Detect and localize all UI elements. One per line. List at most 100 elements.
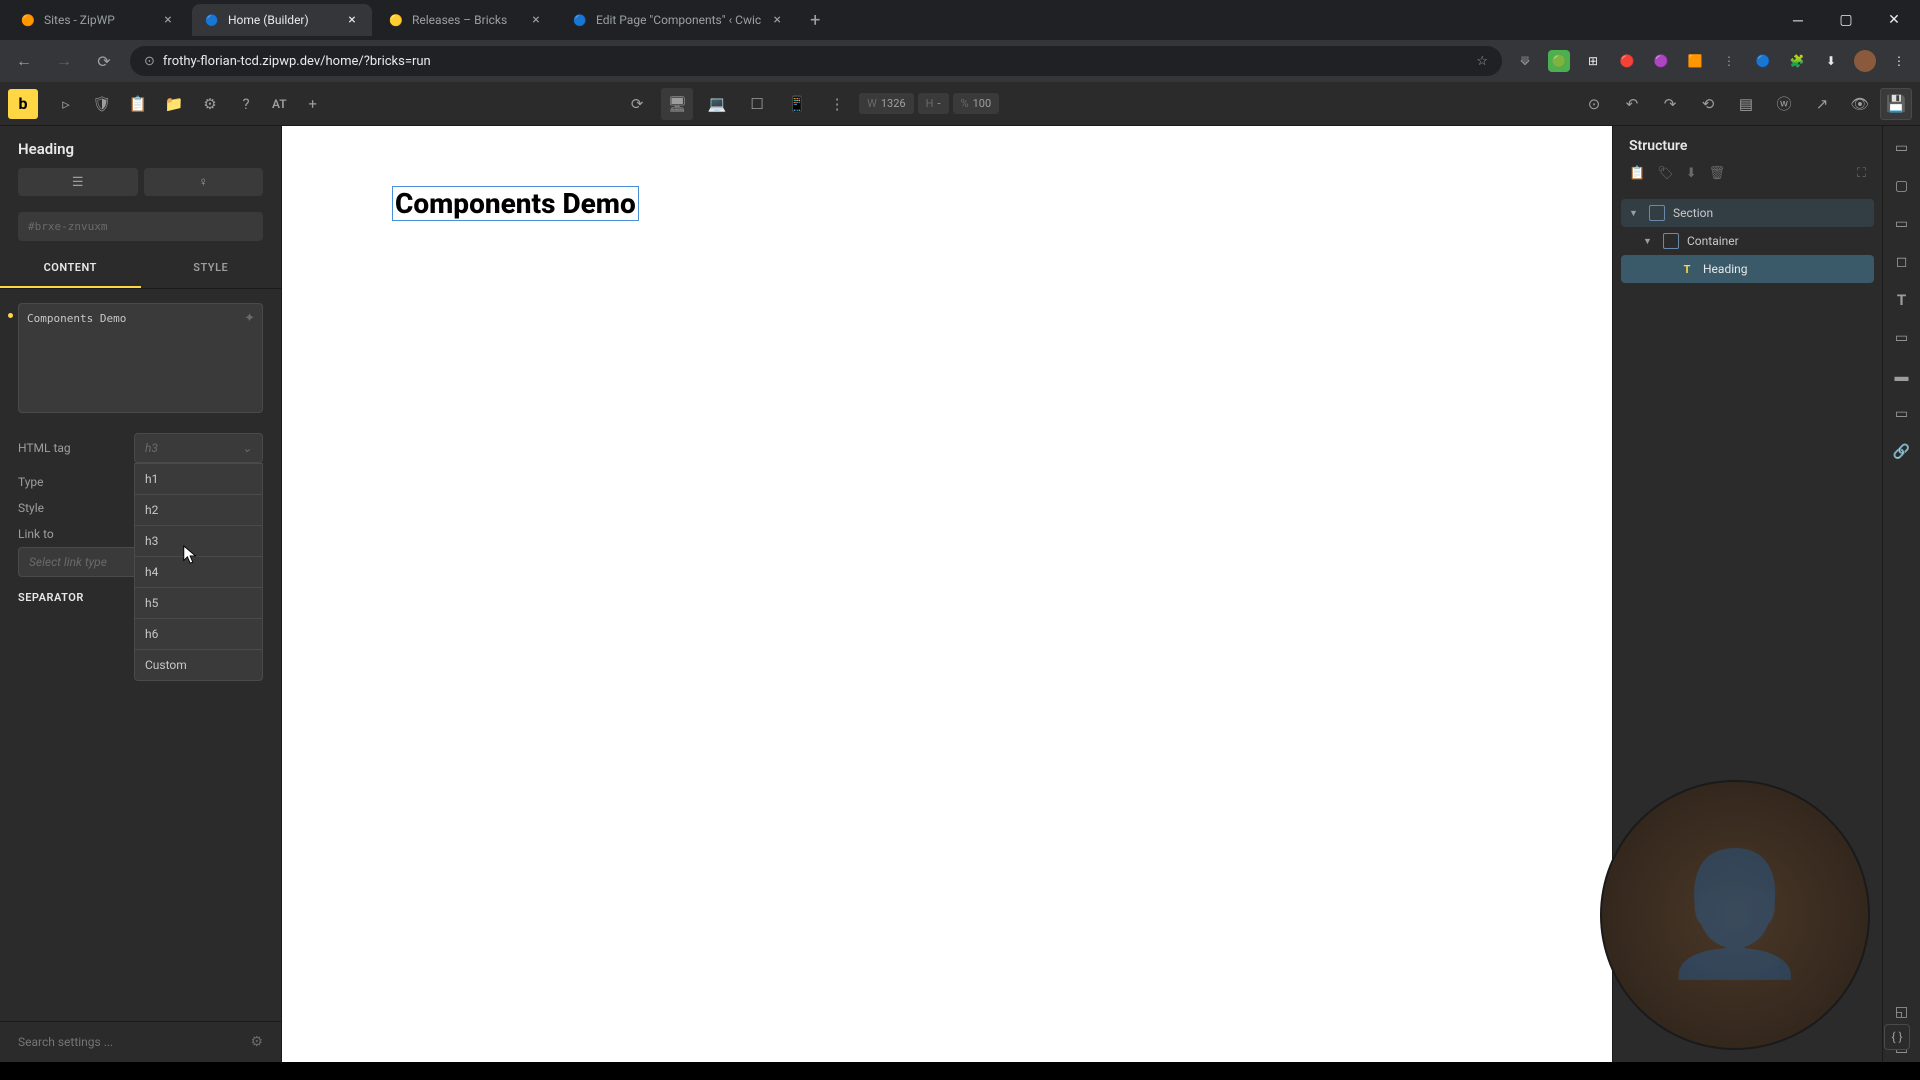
gear-icon[interactable]: ⚙: [250, 1034, 263, 1050]
dropdown-option-custom[interactable]: Custom: [135, 650, 262, 680]
refresh-icon[interactable]: ⟳: [621, 88, 653, 120]
mobile-icon[interactable]: 📱: [781, 88, 813, 120]
tree-item-section[interactable]: ▼ Section: [1621, 199, 1874, 227]
dropdown-option-h5[interactable]: h5: [135, 588, 262, 619]
height-input[interactable]: H -: [918, 93, 949, 114]
mode-tab-class[interactable]: ♀: [144, 168, 264, 196]
external-link-icon[interactable]: ↗: [1806, 88, 1838, 120]
save-button[interactable]: 💾: [1880, 88, 1912, 120]
rail-div-icon[interactable]: ◻: [1890, 250, 1914, 274]
extension-icon[interactable]: 🟣: [1650, 50, 1672, 72]
copy-icon[interactable]: 📋: [1629, 166, 1645, 181]
tag-icon[interactable]: 🏷: [1657, 166, 1674, 181]
rail-button-icon[interactable]: ▬: [1890, 364, 1914, 388]
wordpress-icon[interactable]: ⓦ: [1768, 88, 1800, 120]
rail-section-icon[interactable]: ▭: [1890, 136, 1914, 160]
clipboard-icon[interactable]: 📋: [122, 88, 154, 120]
rail-link-icon[interactable]: 🔗: [1890, 440, 1914, 464]
width-input[interactable]: W 1326: [859, 93, 914, 114]
laptop-icon[interactable]: 💻: [701, 88, 733, 120]
revisions-icon[interactable]: ⊙: [1578, 88, 1610, 120]
tab-close-icon[interactable]: ×: [769, 12, 785, 28]
more-breakpoints-icon[interactable]: ⋮: [821, 88, 853, 120]
rail-container-icon[interactable]: ▢: [1890, 174, 1914, 198]
download-icon[interactable]: ⬇: [1820, 50, 1842, 72]
help-icon[interactable]: ?: [230, 88, 262, 120]
menu-icon[interactable]: ⋮: [1888, 50, 1910, 72]
browser-tab[interactable]: 🟠 Sites - ZipWP ×: [8, 4, 188, 36]
at-label[interactable]: AT: [264, 97, 295, 111]
dropdown-option-h6[interactable]: h6: [135, 619, 262, 650]
canvas[interactable]: Components Demo: [282, 126, 1612, 1062]
browser-tab[interactable]: 🔵 Edit Page "Components" ‹ Cwic ×: [560, 4, 797, 36]
ai-icon[interactable]: ✦: [244, 311, 255, 326]
close-window-button[interactable]: ✕: [1876, 5, 1912, 35]
bricks-logo[interactable]: b: [8, 89, 38, 119]
settings-icon[interactable]: ⚙: [194, 88, 226, 120]
tab-style[interactable]: STYLE: [141, 249, 282, 288]
maximize-button[interactable]: ▢: [1828, 5, 1864, 35]
tablet-icon[interactable]: ☐: [741, 88, 773, 120]
extension-icon[interactable]: 🟢: [1548, 50, 1570, 72]
delete-icon[interactable]: 🗑: [1709, 166, 1726, 181]
tree-item-container[interactable]: ▼ Container: [1621, 227, 1874, 255]
expand-icon[interactable]: ⛶: [1857, 166, 1866, 181]
back-button[interactable]: ←: [10, 47, 38, 75]
extension-icon[interactable]: ⊞: [1582, 50, 1604, 72]
url-bar[interactable]: ⊙ frothy-florian-tcd.zipwp.dev/home/?bri…: [130, 46, 1502, 76]
history-icon[interactable]: ⟲: [1692, 88, 1724, 120]
search-settings-input[interactable]: [18, 1035, 242, 1049]
canvas-page[interactable]: Components Demo: [282, 126, 1612, 1062]
tab-close-icon[interactable]: ×: [344, 12, 360, 28]
html-tag-select[interactable]: h3 ⌄: [134, 433, 263, 463]
download-icon[interactable]: ⬇: [1686, 166, 1697, 181]
rail-heading-icon[interactable]: T: [1890, 288, 1914, 312]
scale-input[interactable]: % 100: [953, 93, 1000, 114]
collapse-toggle-icon[interactable]: ▼: [1643, 236, 1655, 247]
folder-icon[interactable]: 📁: [158, 88, 190, 120]
code-snippet-button[interactable]: { }: [1884, 1024, 1910, 1050]
tree-item-heading[interactable]: T Heading: [1621, 255, 1874, 283]
tab-close-icon[interactable]: ×: [160, 12, 176, 28]
dropdown-option-h3[interactable]: h3: [135, 526, 262, 557]
site-info-icon[interactable]: ⊙: [144, 54, 155, 69]
rail-image-icon[interactable]: ▭: [1890, 402, 1914, 426]
shield-icon[interactable]: 🛡: [86, 88, 118, 120]
rail-text-icon[interactable]: ▭: [1890, 326, 1914, 350]
desktop-icon[interactable]: 🖥: [661, 88, 693, 120]
minimize-button[interactable]: ─: [1780, 5, 1816, 35]
browser-tab[interactable]: 🔵 Home (Builder) ×: [192, 4, 372, 36]
undo-icon[interactable]: ↶: [1616, 88, 1648, 120]
layers-icon[interactable]: ▤: [1730, 88, 1762, 120]
redo-icon[interactable]: ↷: [1654, 88, 1686, 120]
tab-close-icon[interactable]: ×: [528, 12, 544, 28]
reload-button[interactable]: ⟳: [90, 47, 118, 75]
extension-icon[interactable]: 🔵: [1752, 50, 1774, 72]
extension-icon[interactable]: ⋮: [1718, 50, 1740, 72]
structure-title: Structure: [1613, 126, 1882, 162]
rail-block-icon[interactable]: ▭: [1890, 212, 1914, 236]
tab-favicon-icon: 🟠: [20, 12, 36, 28]
heading-element[interactable]: Components Demo: [392, 186, 639, 221]
add-element-icon[interactable]: +: [297, 88, 329, 120]
forward-button[interactable]: →: [50, 47, 78, 75]
element-id-field[interactable]: #brxe-znvuxm: [18, 212, 263, 241]
dropdown-option-h4[interactable]: h4: [135, 557, 262, 588]
cursor-tool-icon[interactable]: ▹: [50, 88, 82, 120]
extension-icon[interactable]: 🔴: [1616, 50, 1638, 72]
dropdown-option-h2[interactable]: h2: [135, 495, 262, 526]
extension-icon[interactable]: 🟧: [1684, 50, 1706, 72]
profile-avatar[interactable]: [1854, 50, 1876, 72]
heading-text-input[interactable]: [18, 303, 263, 413]
mode-tab-element[interactable]: ☰: [18, 168, 138, 196]
rail-components-icon[interactable]: ◱: [1890, 1000, 1914, 1024]
extension-icon[interactable]: 🧩: [1786, 50, 1808, 72]
extension-icon[interactable]: ⟱: [1514, 50, 1536, 72]
tab-content[interactable]: CONTENT: [0, 249, 141, 288]
preview-icon[interactable]: 👁: [1844, 88, 1876, 120]
dropdown-option-h1[interactable]: h1: [135, 464, 262, 495]
new-tab-button[interactable]: +: [801, 6, 829, 34]
browser-tab[interactable]: 🟡 Releases – Bricks ×: [376, 4, 556, 36]
collapse-toggle-icon[interactable]: ▼: [1629, 208, 1641, 219]
bookmark-icon[interactable]: ☆: [1476, 54, 1488, 69]
